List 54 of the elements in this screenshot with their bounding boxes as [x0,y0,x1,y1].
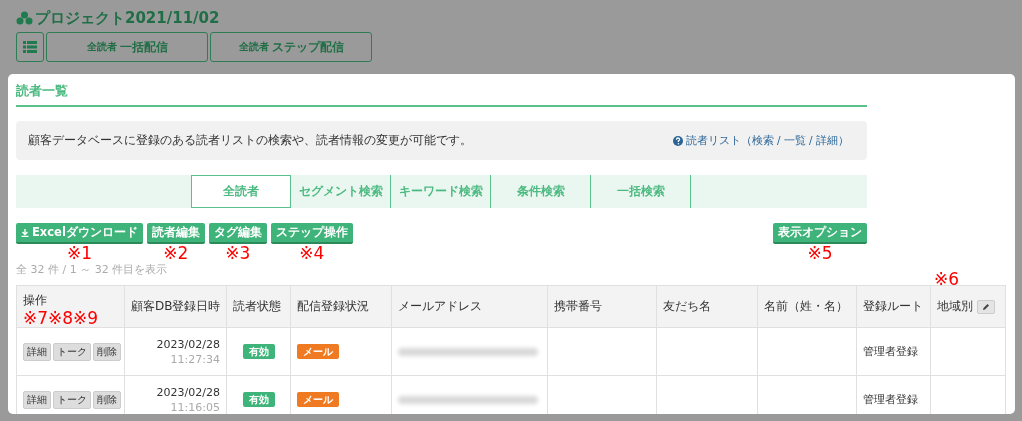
column-header: 配信登録状況 [290,285,392,328]
download-button[interactable]: Excelダウンロード [16,223,143,244]
panel-title: 読者一覧 [16,80,867,107]
time-text: 11:27:34 [169,352,220,366]
delivery-badge: メール [297,344,339,359]
result-count: 全 32 件 / 1 ～ 32 件目を表示 [16,262,169,277]
action-button[interactable]: ステップ操作 [270,223,353,244]
row-action-button[interactable]: 削除 [93,390,121,409]
column-header: 操作 ※7※8※9 [16,285,125,328]
tab[interactable]: セグメント検索 [291,175,391,208]
action-button[interactable]: タグ編集 [208,223,267,244]
edit-button[interactable] [977,299,995,314]
annotation-mark: ※2 [163,244,189,262]
annotation-mark: ※3 [225,244,251,262]
delivery-badge: メール [297,392,339,407]
annotation-mark: ※6 [933,270,959,288]
date-text: 2023/02/28 [155,337,220,351]
status-badge: 有効 [242,344,275,359]
column-header: 顧客DB登録日時 [124,285,227,328]
display-options-button[interactable]: 表示オプション [773,223,867,244]
column-header: メールアドレス [391,285,548,328]
row-action-button[interactable]: 削除 [93,342,121,361]
table-cell: 管理者登録 [856,327,931,376]
row-action-button[interactable]: 詳細 [23,342,51,361]
help-link[interactable]: 読者リスト（検索 / 一覧 / 詳細） [672,133,849,148]
row-action-button[interactable]: トーク [53,390,91,409]
tab[interactable]: 全読者 [191,175,291,208]
annotation-mark: ※1 [66,244,92,262]
broadcast-button[interactable]: 全読者 ステップ配信 [210,32,372,62]
broadcast-button[interactable]: 全読者 一括配信 [46,32,208,62]
tab[interactable]: 一括検索 [591,175,691,208]
project-title: プロジェクト2021/11/02 [35,8,220,28]
column-header: 携帯番号 [547,285,657,328]
description-text: 顧客データベースに登録のある読者リストの検索や、読者情報の変更が可能です。 [28,132,472,149]
pencil-icon [982,302,990,311]
column-header: 名前（姓・名） [757,285,857,328]
question-icon [672,135,683,146]
annotation-mark: ※5 [807,244,833,262]
action-button[interactable]: 読者編集 [146,223,205,244]
column-header: 登録ルート [856,285,931,328]
row-action-button[interactable]: 詳細 [23,390,51,409]
status-badge: 有効 [242,392,275,407]
time-text: 11:16:05 [169,400,220,414]
download-icon [21,228,29,237]
tab[interactable]: キーワード検索 [391,175,491,208]
column-header: 友だち名 [656,285,758,328]
tab[interactable]: 条件検索 [491,175,591,208]
list-icon [23,41,37,53]
annotation-mark: ※7※8※9 [23,309,100,327]
annotation-mark: ※4 [299,244,325,262]
cubes-icon [16,11,33,25]
column-header: 読者状態 [226,285,291,328]
row-action-button[interactable]: トーク [53,342,91,361]
date-text: 2023/02/28 [155,385,220,399]
